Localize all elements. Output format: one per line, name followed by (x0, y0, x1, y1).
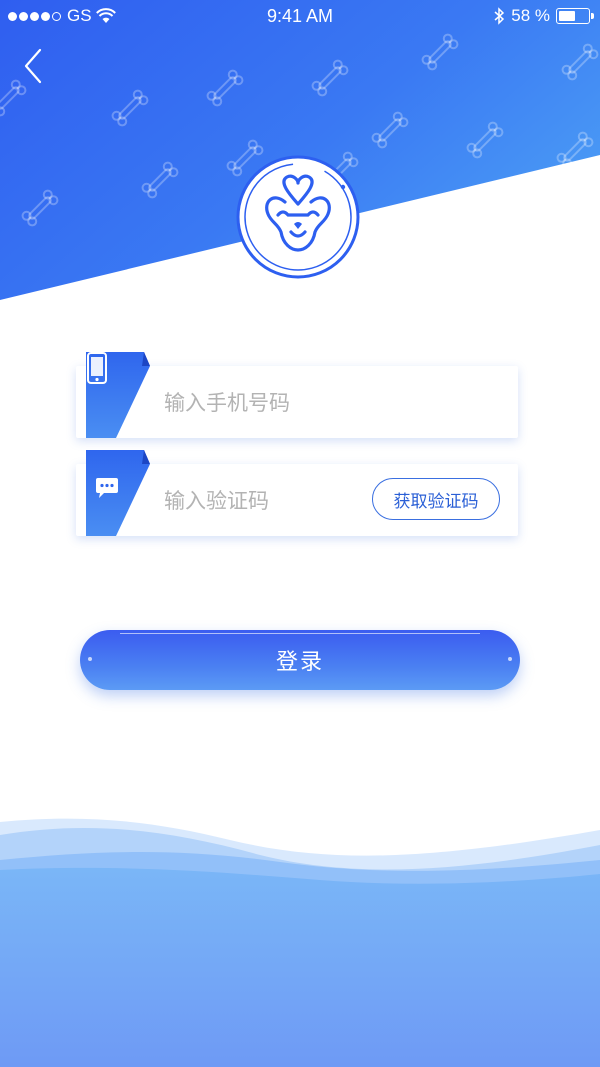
battery-level (559, 11, 575, 21)
code-field: 获取验证码 (76, 450, 518, 536)
login-button[interactable]: 登录 (80, 630, 520, 690)
back-button[interactable] (18, 46, 54, 86)
status-right: 58 % (493, 6, 594, 26)
login-button-highlight (120, 633, 480, 634)
login-label: 登录 (275, 650, 324, 675)
phone-field-tab (86, 352, 152, 438)
code-field-tab (86, 450, 152, 536)
chat-bubble-icon (96, 478, 118, 498)
bluetooth-icon (494, 7, 505, 25)
dog-face-logo (236, 155, 360, 279)
bottom-waves (0, 818, 600, 1067)
battery-percent: 58 % (511, 6, 550, 25)
battery-icon (556, 8, 594, 24)
login-button-dot-right (508, 657, 512, 661)
phone-icon (87, 352, 107, 384)
phone-input[interactable] (162, 384, 366, 422)
phone-field (76, 352, 518, 438)
login-button-dot-left (88, 657, 92, 661)
status-bar: GS 9:41 AM 58 % (0, 0, 600, 34)
code-input[interactable] (162, 482, 366, 520)
get-code-button[interactable]: 获取验证码 (372, 478, 500, 520)
chevron-left-icon (24, 48, 42, 84)
